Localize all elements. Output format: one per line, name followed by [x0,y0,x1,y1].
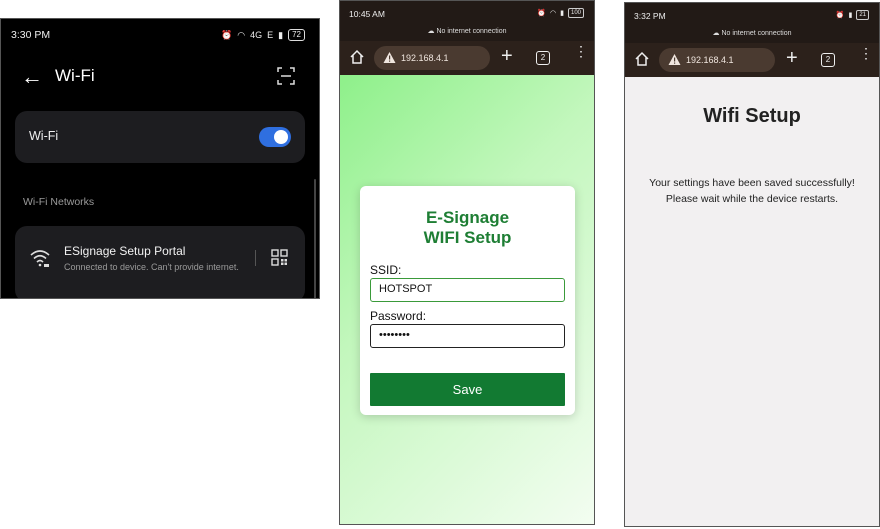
status-time: 3:32 PM [634,11,666,21]
wifi-toggle-switch[interactable] [259,127,291,147]
battery-level: 100 [567,8,584,18]
home-icon[interactable] [634,51,650,67]
url-text: 192.168.4.1 [686,55,734,65]
no-internet-banner: ☁ No internet connection [340,23,594,41]
signal-icon: ▮ [278,29,284,40]
cloud-off-icon: ☁ [427,28,435,35]
message-line2: Please wait while the device restarts. [665,193,839,205]
no-internet-banner: ☁ No internet connection [625,25,879,43]
wifi-toggle-label: Wi-Fi [29,129,59,143]
back-arrow-icon[interactable]: ← [21,66,43,88]
address-bar[interactable]: 192.168.4.1 [659,48,775,72]
status-bar: 3:32 PM ⏰ ▮ 21 [625,3,879,25]
ssid-label: SSID: [370,263,402,277]
status-time: 3:30 PM [11,29,51,41]
cloud-off-icon: ☁ [712,30,720,37]
network-type-secondary: E [267,30,274,40]
divider [255,250,256,266]
status-icons: ⏰ ◠ ▮ 100 [537,8,584,18]
network-status: Connected to device. Can't provide inter… [64,262,239,272]
wifi-networks-heading: Wi-Fi Networks [23,196,95,208]
status-bar: 10:45 AM ⏰ ◠ ▮ 100 [340,1,594,23]
browser-toolbar: 192.168.4.1 + 2 ⋮ [340,41,594,75]
alarm-icon: ⏰ [835,12,845,19]
android-wifi-settings-screen: 3:30 PM ⏰ ◠ 4G E ▮ 72 ← Wi-Fi Wi-Fi Wi-F… [0,18,320,299]
address-bar[interactable]: 192.168.4.1 [374,46,490,70]
url-text: 192.168.4.1 [401,53,449,63]
message-line1: Your settings have been saved successful… [649,177,855,189]
no-internet-text: No internet connection [436,28,507,35]
page-heading: Wifi Setup [703,105,801,127]
browser-toolbar: 192.168.4.1 + 2 ⋮ [625,43,879,77]
wifi-status-icon: ◠ [237,29,246,40]
status-icons: ⏰ ▮ 21 [836,10,869,20]
form-title-line2: WIFI Setup [423,228,512,247]
scrollbar[interactable] [314,179,316,298]
no-internet-text: No internet connection [721,30,792,37]
network-type: 4G [250,30,263,40]
scan-icon[interactable] [277,67,295,85]
more-menu-icon[interactable]: ⋮ [859,46,873,60]
password-label: Password: [370,309,427,323]
toggle-knob [274,130,288,144]
home-icon[interactable] [349,49,365,65]
new-tab-icon[interactable]: + [501,45,513,67]
network-list-item[interactable]: ESignage Setup Portal Connected to devic… [15,226,305,298]
tab-count-button[interactable]: 2 [536,51,550,65]
signal-icon: ▮ [560,10,564,17]
battery-level: 21 [856,10,869,20]
tab-count-button[interactable]: 2 [821,53,835,67]
form-title-line1: E-Signage [425,208,510,227]
status-icons: ⏰ ◠ 4G E ▮ 72 [221,29,305,41]
page-content: Wifi Setup Your settings have been saved… [625,77,879,526]
warning-icon[interactable] [668,53,681,66]
browser-confirmation-screen: 3:32 PM ⏰ ▮ 21 ☁ No internet connection … [624,2,880,527]
alarm-icon: ⏰ [221,29,233,40]
warning-icon[interactable] [383,51,396,64]
signal-icon: ▮ [848,12,853,19]
form-title: E-Signage WIFI Setup [360,208,575,248]
qr-code-icon[interactable] [271,249,288,266]
more-menu-icon[interactable]: ⋮ [574,44,588,58]
password-input[interactable]: •••••••• [370,324,565,348]
wifi-icon [30,250,50,267]
new-tab-icon[interactable]: + [786,47,798,69]
wifi-setup-form: E-Signage WIFI Setup SSID: HOTSPOT Passw… [360,186,575,415]
network-name: ESignage Setup Portal [64,244,186,258]
status-time: 10:45 AM [349,9,385,19]
page-content: E-Signage WIFI Setup SSID: HOTSPOT Passw… [340,75,594,524]
alarm-icon: ⏰ [537,10,547,17]
page-title: Wi-Fi [55,66,95,85]
browser-config-screen: 10:45 AM ⏰ ◠ ▮ 100 ☁ No internet connect… [339,0,595,525]
ssid-input[interactable]: HOTSPOT [370,278,565,302]
wifi-status-icon: ◠ [550,10,557,17]
save-button[interactable]: Save [370,373,565,406]
confirmation-message: Your settings have been saved successful… [625,175,879,207]
battery-level: 72 [288,29,305,41]
wifi-toggle-row[interactable]: Wi-Fi [15,111,305,163]
